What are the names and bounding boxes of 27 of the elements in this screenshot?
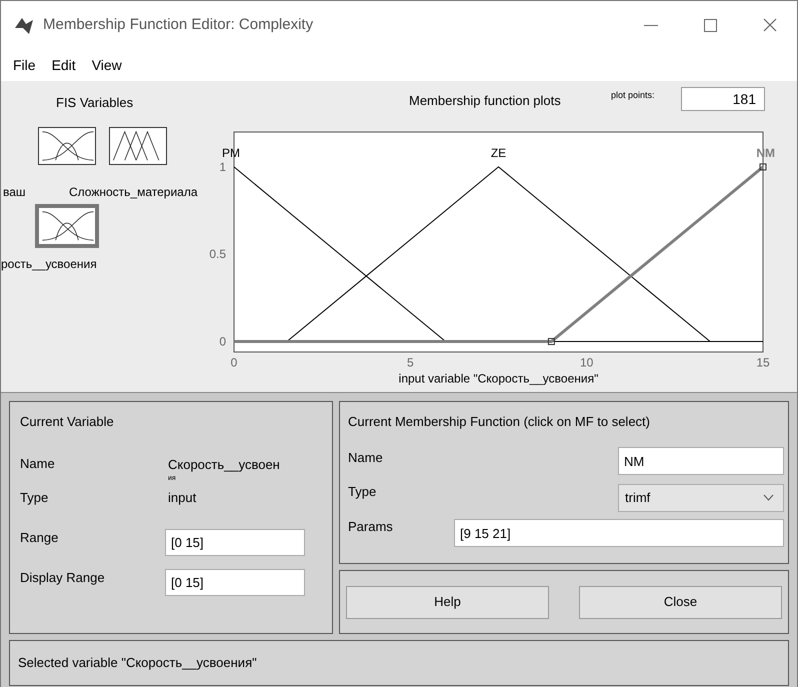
field-label: Name [20, 455, 55, 473]
panel-title: Current Membership Function (click on MF to select) [348, 413, 650, 431]
plot-points-label: plot points: [611, 89, 655, 102]
status-text: Selected variable "Скорость__усвоения" [18, 654, 257, 672]
field-label: Type [20, 489, 48, 507]
variable-label: Сложность_материала [69, 184, 198, 200]
section-title: FIS Variables [56, 94, 134, 112]
field-label: Name [348, 449, 383, 467]
section-title: Membership function plots [409, 92, 561, 110]
variable-name: Скорость__усвоен [168, 458, 280, 471]
y-tick-label: 0 [219, 334, 226, 349]
x-tick-label: 10 [580, 356, 594, 370]
variable-label: ваш [3, 184, 26, 200]
window-title: Membership Function Editor: Complexity [43, 14, 314, 35]
x-tick-label: 5 [407, 356, 414, 370]
field-label: Params [348, 518, 393, 536]
y-tick-label: 0.5 [209, 247, 226, 262]
field-label: Display Range [20, 569, 105, 587]
x-tick-label: 0 [230, 356, 238, 370]
x-tick-label: 15 [756, 356, 770, 370]
field-label: Range [20, 529, 58, 547]
x-axis-label: input variable "Скорость__усвоения" [398, 372, 598, 386]
y-tick-label: 1 [219, 160, 226, 174]
variable-label: рость__усвоения [1, 256, 97, 272]
field-label: Type [348, 483, 376, 501]
variable-type: input [168, 489, 196, 507]
panel-title: Current Variable [20, 413, 114, 431]
